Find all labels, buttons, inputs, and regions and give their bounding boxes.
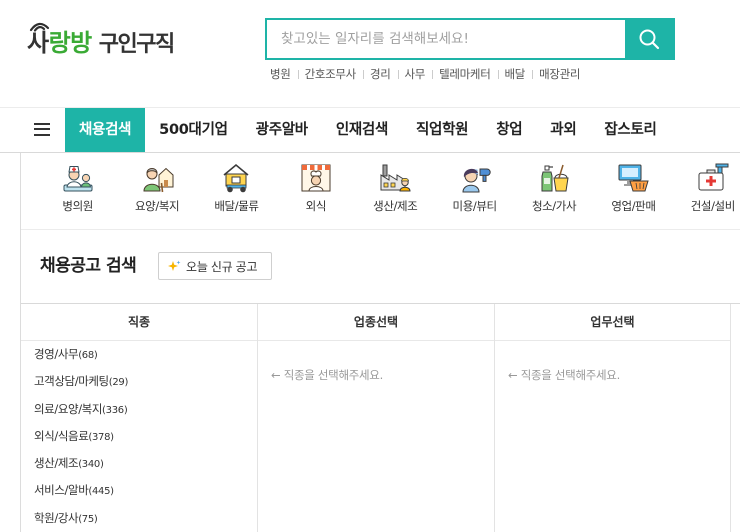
job-type-name: 학원/강사 (34, 510, 79, 525)
search-icon (638, 28, 660, 50)
category-hospital[interactable]: 병의원 (38, 162, 117, 218)
task-placeholder-hint: ← 직종을 선택해주세요. (508, 368, 620, 382)
page: 사랑방구인구직 병원 간호조무사 경리 사무 텔레마케터 배달 매장관리 (0, 0, 740, 532)
job-type-column: 직종 경영/사무(68) 고객상담/마케팅(29) 의료/요양/복지(336) … (21, 304, 258, 532)
column-header: 업종선택 (258, 304, 494, 341)
today-button-label: 오늘 신규 공고 (186, 259, 258, 274)
job-finder-table: 직종 경영/사무(68) 고객상담/마케팅(29) 의료/요양/복지(336) … (21, 303, 740, 532)
job-type-item[interactable]: 의료/요양/복지(336) (21, 396, 257, 423)
category-label: 미용/뷰티 (452, 199, 498, 213)
job-type-count: (75) (78, 513, 98, 525)
search-input[interactable] (267, 20, 625, 58)
nav-item-job-search[interactable]: 채용검색 (65, 108, 146, 152)
logo-wordmark: 사랑방 구인구직 (27, 28, 175, 61)
job-type-count: (378) (88, 431, 114, 443)
category-restaurant[interactable]: 외식 (276, 162, 355, 218)
nav-item-job-story[interactable]: 잡스토리 (590, 108, 670, 152)
hospital-icon (61, 162, 95, 194)
main-nav-list: 채용검색 500대기업 광주알바 인재검색 직업학원 창업 과외 잡스토리 (65, 108, 671, 152)
job-type-name: 서비스/알바 (34, 483, 89, 498)
job-type-item[interactable]: 외식/식음료(378) (21, 423, 257, 450)
page-title: 채용공고 검색 (40, 256, 137, 276)
caregiver-icon (140, 162, 174, 194)
category-construction[interactable]: 건설/설비 (673, 162, 740, 218)
keyword-link[interactable]: 사무 (397, 66, 433, 82)
nav-item-tutoring[interactable]: 과외 (536, 108, 590, 152)
delivery-icon (219, 162, 253, 194)
logo-brand-first: 사 (27, 29, 49, 57)
keyword-link[interactable]: 경리 (362, 66, 398, 82)
cleaning-icon (537, 162, 571, 194)
industry-column: 업종선택 ← 직종을 선택해주세요. (258, 304, 495, 532)
job-type-item[interactable]: 경영/사무(68) (21, 341, 257, 368)
search-button[interactable] (625, 20, 673, 58)
beauty-icon (458, 162, 492, 194)
category-manufacturing[interactable]: 생산/제조 (356, 162, 435, 218)
site-logo[interactable]: 사랑방 구인구직 (27, 17, 199, 59)
site-header: 사랑방구인구직 병원 간호조무사 경리 사무 텔레마케터 배달 매장관리 (0, 0, 740, 108)
category-cleaning[interactable]: 청소/가사 (514, 162, 593, 218)
section-divider (21, 229, 740, 230)
construction-icon (696, 162, 730, 194)
nav-item-talent-search[interactable]: 인재검색 (322, 108, 402, 152)
category-label: 영업/판매 (611, 199, 656, 213)
category-sales[interactable]: 영업/판매 (594, 162, 673, 218)
job-type-name: 고객상담/마케팅 (34, 374, 109, 389)
column-header: 업무선택 (495, 304, 730, 341)
job-type-list: 경영/사무(68) 고객상담/마케팅(29) 의료/요양/복지(336) 외식/… (21, 341, 257, 532)
keyword-link[interactable]: 간호조무사 (297, 66, 363, 82)
search-bar (265, 18, 675, 60)
job-type-count: (340) (78, 459, 104, 471)
category-label: 요양/복지 (134, 199, 180, 213)
sparkle-icon (168, 260, 181, 273)
category-label: 병의원 (62, 199, 93, 213)
job-type-name: 의료/요양/복지 (34, 401, 103, 416)
job-type-item[interactable]: 고객상담/마케팅(29) (21, 368, 257, 395)
category-label: 청소/가사 (531, 199, 577, 213)
job-type-count: (68) (78, 350, 98, 361)
main-nav: 채용검색 500대기업 광주알바 인재검색 직업학원 창업 과외 잡스토리 (0, 108, 740, 153)
job-type-name: 외식/식음료 (34, 428, 89, 443)
job-type-count: (336) (102, 404, 128, 416)
keyword-link[interactable]: 텔레마케터 (432, 66, 497, 82)
hamburger-menu-icon[interactable] (34, 123, 50, 137)
today-new-postings-button[interactable]: 오늘 신규 공고 (158, 252, 272, 280)
category-shortcuts: 병의원 요양/복지 배달/물류 외식 생산/제조 미용/뷰티 청소/가사 영업/… (38, 162, 740, 218)
sales-icon (616, 162, 650, 194)
category-label: 배달/물류 (214, 199, 259, 213)
category-delivery[interactable]: 배달/물류 (197, 162, 276, 218)
keyword-link[interactable]: 매장관리 (532, 66, 587, 82)
nav-item-startup[interactable]: 창업 (482, 108, 536, 152)
job-type-count: (29) (108, 377, 129, 389)
job-type-item[interactable]: 생산/제조(340) (21, 450, 257, 477)
logo-brand-rest: 랑방 (48, 29, 93, 57)
job-type-name: 생산/제조 (34, 456, 79, 471)
job-type-item[interactable]: 서비스/알바(445) (21, 477, 257, 504)
category-label: 생산/제조 (373, 199, 418, 213)
factory-icon (378, 162, 412, 194)
logo-service-name: 구인구직 (98, 32, 175, 57)
job-type-count: (445) (88, 486, 114, 498)
job-type-name: 경영/사무 (34, 347, 79, 361)
industry-placeholder-hint: ← 직종을 선택해주세요. (271, 368, 383, 382)
category-caregiving[interactable]: 요양/복지 (117, 162, 196, 218)
category-label: 외식 (305, 199, 327, 213)
category-beauty[interactable]: 미용/뷰티 (435, 162, 514, 218)
restaurant-icon (299, 162, 333, 194)
keyword-link[interactable]: 병원 (270, 66, 298, 82)
column-header: 직종 (21, 304, 257, 341)
nav-item-top500[interactable]: 500대기업 (145, 108, 242, 152)
job-type-item[interactable]: 학원/강사(75) (21, 505, 257, 532)
category-label: 건설/설비 (690, 199, 736, 213)
task-column: 업무선택 ← 직종을 선택해주세요. (495, 304, 731, 532)
nav-item-part-time[interactable]: 광주알바 (242, 108, 322, 152)
nav-item-academy[interactable]: 직업학원 (402, 108, 482, 152)
keyword-link[interactable]: 배달 (497, 66, 533, 82)
popular-keywords: 병원 간호조무사 경리 사무 텔레마케터 배달 매장관리 (270, 66, 587, 82)
